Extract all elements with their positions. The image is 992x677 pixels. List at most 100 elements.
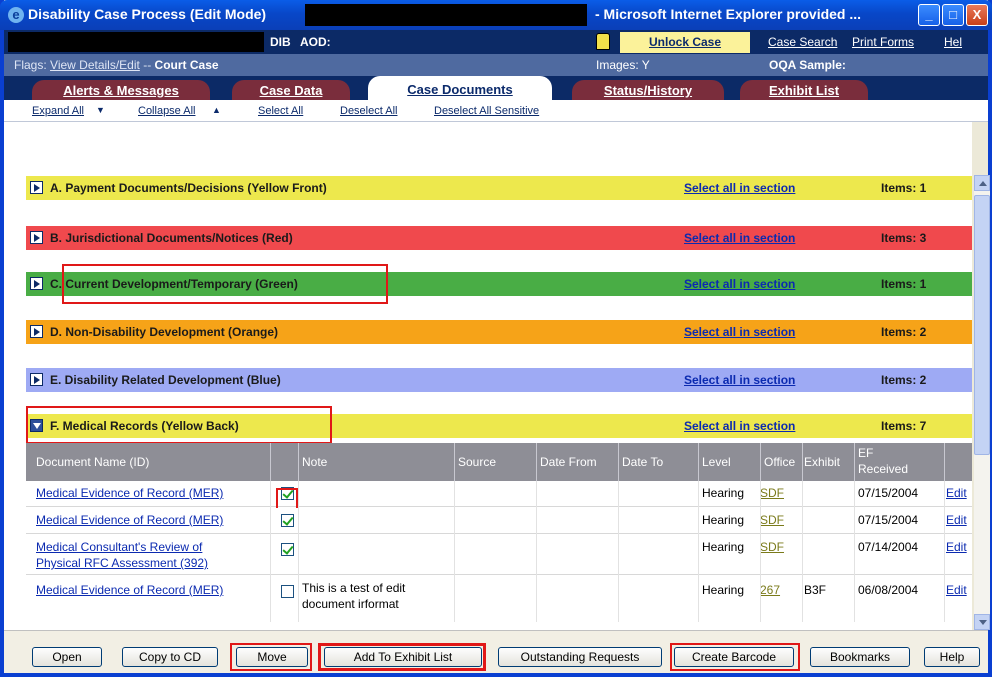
highlight-box <box>230 643 312 671</box>
document-name-link-line2[interactable]: Physical RFC Assessment (392) <box>36 556 208 570</box>
col-ef[interactable]: EF <box>858 446 873 460</box>
document-name-link[interactable]: Medical Consultant's Review of <box>36 540 202 554</box>
section-title: E. Disability Related Development (Blue) <box>50 373 281 387</box>
section-b: B. Jurisdictional Documents/Notices (Red… <box>26 226 972 250</box>
tab-alerts-messages[interactable]: Alerts & Messages <box>32 80 210 100</box>
scroll-up-icon[interactable] <box>974 175 990 191</box>
office-link[interactable]: SDF <box>760 513 784 527</box>
select-all-in-section-link[interactable]: Select all in section <box>684 373 795 387</box>
column-divider <box>698 481 699 622</box>
ie-icon: e <box>8 7 24 23</box>
print-forms-link[interactable]: Print Forms <box>852 35 914 49</box>
select-all-link[interactable]: Select All <box>258 105 303 117</box>
table-row[interactable]: Medical Evidence of Record (MER) Hearing… <box>26 481 972 507</box>
edit-link[interactable]: Edit <box>946 486 967 500</box>
help-link[interactable]: Hel <box>944 35 962 49</box>
edit-link[interactable]: Edit <box>946 513 967 527</box>
collapse-all-icon[interactable]: ▲ <box>212 105 221 115</box>
tab-case-data[interactable]: Case Data <box>232 80 350 100</box>
documents-table-header: Document Name (ID) Note Source Date From… <box>26 443 972 481</box>
col-document-name[interactable]: Document Name (ID) <box>36 455 149 469</box>
document-name-link[interactable]: Medical Evidence of Record (MER) <box>36 583 223 597</box>
office-link[interactable]: SDF <box>760 540 784 554</box>
open-button[interactable]: Open <box>32 647 102 667</box>
oqa-sample-label: OQA Sample: <box>769 58 846 72</box>
court-case-flag: Court Case <box>154 58 219 72</box>
col-exhibit[interactable]: Exhibit <box>804 455 840 469</box>
help-button[interactable]: Help <box>924 647 980 667</box>
expand-section-icon[interactable] <box>30 231 43 244</box>
col-date-from[interactable]: Date From <box>540 455 597 469</box>
col-source[interactable]: Source <box>458 455 496 469</box>
table-row[interactable]: Medical Consultant's Review of Physical … <box>26 535 972 575</box>
copy-to-cd-button[interactable]: Copy to CD <box>122 647 218 667</box>
expand-all-link[interactable]: Expand All <box>32 105 84 117</box>
collapse-all-link[interactable]: Collapse All <box>138 105 195 117</box>
table-row[interactable]: Medical Evidence of Record (MER) This is… <box>26 576 972 622</box>
section-item-count: Items: 1 <box>881 181 927 195</box>
level-cell: Hearing <box>702 540 745 554</box>
document-name-link[interactable]: Medical Evidence of Record (MER) <box>36 486 223 500</box>
title-bar[interactable]: e Disability Case Process (Edit Mode) - … <box>0 0 992 30</box>
section-d: D. Non-Disability Development (Orange) S… <box>26 320 972 344</box>
column-divider <box>270 481 271 622</box>
row-checkbox[interactable] <box>281 514 294 527</box>
column-divider <box>298 481 299 622</box>
tab-exhibit-list[interactable]: Exhibit List <box>740 80 868 100</box>
redacted-bar <box>305 4 587 26</box>
expand-section-icon[interactable] <box>30 325 43 338</box>
note-cell-line2: document irformat <box>302 597 399 611</box>
flags-row: Flags: View Details/Edit -- Court Case <box>14 58 219 72</box>
row-checkbox[interactable] <box>281 543 294 556</box>
section-title: D. Non-Disability Development (Orange) <box>50 325 279 339</box>
expand-all-icon[interactable]: ▼ <box>96 105 105 115</box>
tab-status-history[interactable]: Status/History <box>572 80 724 100</box>
minimize-button[interactable]: _ <box>918 4 940 26</box>
col-date-to[interactable]: Date To <box>622 455 663 469</box>
tab-case-documents[interactable]: Case Documents <box>368 76 552 100</box>
deselect-all-sensitive-link[interactable]: Deselect All Sensitive <box>434 105 539 117</box>
select-all-in-section-link[interactable]: Select all in section <box>684 419 795 433</box>
outstanding-requests-button[interactable]: Outstanding Requests <box>498 647 662 667</box>
ie-window: e Disability Case Process (Edit Mode) - … <box>0 0 992 677</box>
deselect-all-link[interactable]: Deselect All <box>340 105 397 117</box>
document-name-link[interactable]: Medical Evidence of Record (MER) <box>36 513 223 527</box>
expand-section-icon[interactable] <box>30 181 43 194</box>
col-note[interactable]: Note <box>302 455 327 469</box>
select-all-in-section-link[interactable]: Select all in section <box>684 277 795 291</box>
section-item-count: Items: 3 <box>881 231 927 245</box>
column-divider <box>802 481 803 622</box>
unlock-case-button[interactable]: Unlock Case <box>620 32 750 53</box>
column-divider <box>298 443 299 481</box>
case-search-link[interactable]: Case Search <box>768 35 837 49</box>
select-all-in-section-link[interactable]: Select all in section <box>684 181 795 195</box>
row-checkbox[interactable] <box>281 585 294 598</box>
maximize-button[interactable]: □ <box>942 4 964 26</box>
select-all-in-section-link[interactable]: Select all in section <box>684 231 795 245</box>
column-divider <box>536 443 537 481</box>
edit-link[interactable]: Edit <box>946 540 967 554</box>
col-office[interactable]: Office <box>764 455 795 469</box>
close-button[interactable]: X <box>966 4 988 26</box>
action-bar: Open Copy to CD Move Add To Exhibit List… <box>4 630 988 673</box>
scroll-thumb[interactable] <box>974 195 990 455</box>
column-divider <box>536 481 537 622</box>
edit-link[interactable]: Edit <box>946 583 967 597</box>
vertical-scrollbar[interactable] <box>974 175 990 630</box>
bookmarks-button[interactable]: Bookmarks <box>810 647 910 667</box>
expand-section-icon[interactable] <box>30 277 43 290</box>
col-received[interactable]: Received <box>858 462 908 476</box>
office-link[interactable]: 267 <box>760 583 780 597</box>
column-divider <box>618 443 619 481</box>
select-all-in-section-link[interactable]: Select all in section <box>684 325 795 339</box>
office-link[interactable]: SDF <box>760 486 784 500</box>
view-details-link[interactable]: View Details/Edit <box>50 58 140 72</box>
scroll-down-icon[interactable] <box>974 614 990 630</box>
table-row[interactable]: Medical Evidence of Record (MER) Hearing… <box>26 508 972 534</box>
flags-bar: Flags: View Details/Edit -- Court Case I… <box>4 54 988 76</box>
expand-section-icon[interactable] <box>30 373 43 386</box>
flags-label: Flags: <box>14 58 47 72</box>
column-divider <box>454 481 455 622</box>
col-level[interactable]: Level <box>702 455 731 469</box>
column-divider <box>698 443 699 481</box>
